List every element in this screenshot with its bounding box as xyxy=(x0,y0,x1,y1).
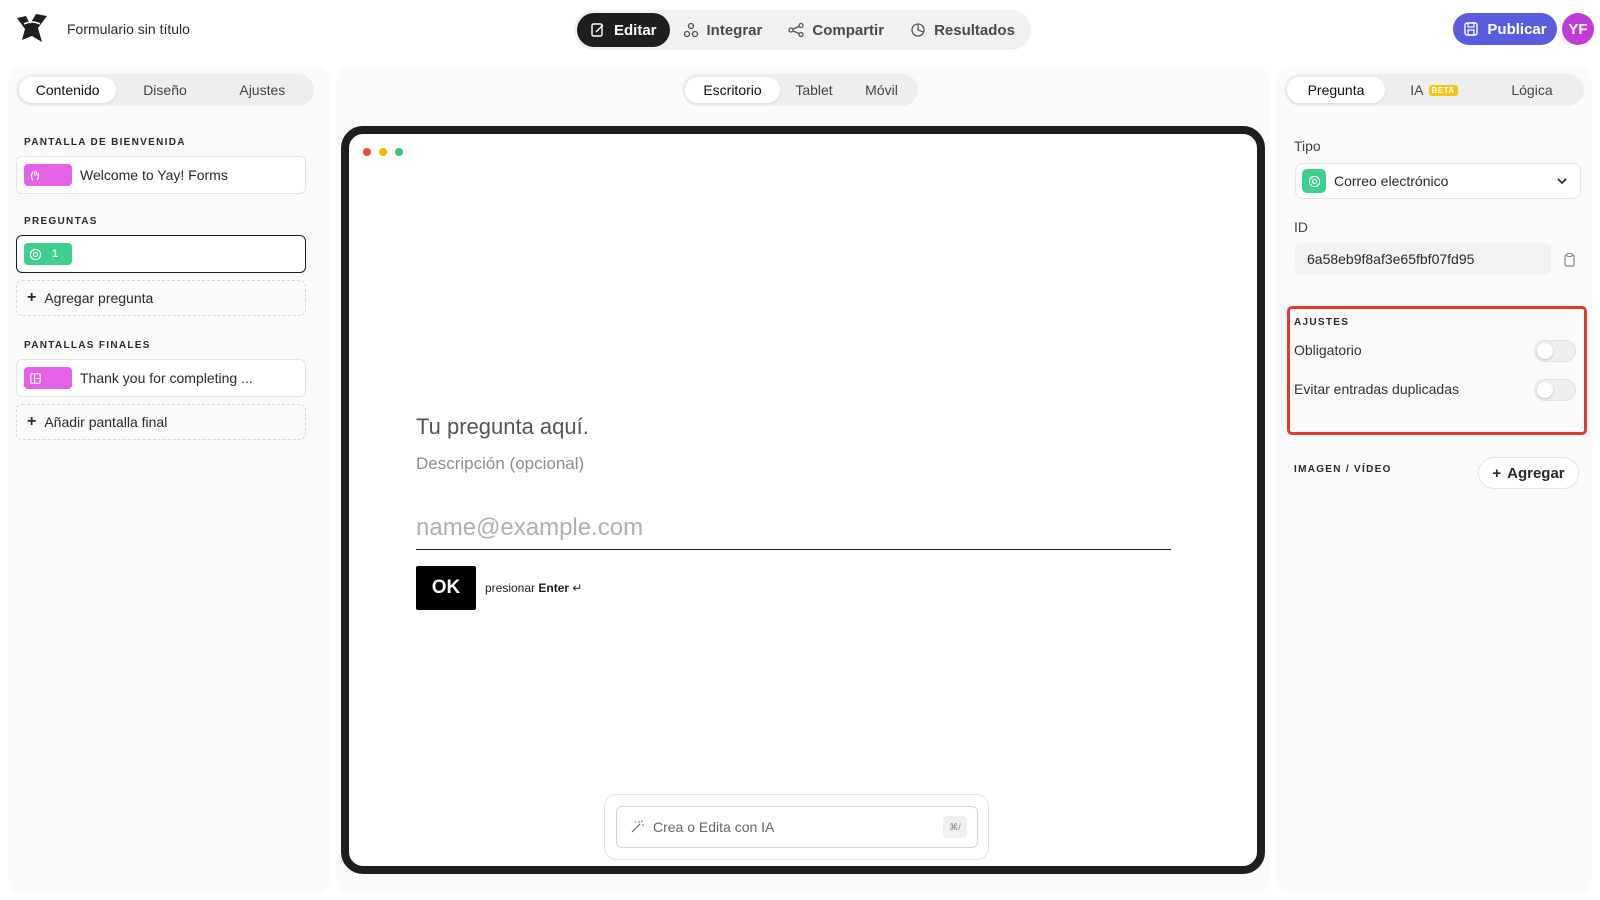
question-title[interactable]: Tu pregunta aquí. xyxy=(416,414,589,440)
hint-prefix: presionar xyxy=(485,581,536,595)
questions-section-title: PREGUNTAS xyxy=(24,216,98,227)
yay-forms-logo[interactable] xyxy=(14,10,50,46)
edit-icon xyxy=(591,23,604,37)
question-id-field[interactable]: 6a58eb9f8af3e65fbf07fd95 xyxy=(1295,243,1551,275)
ai-shortcut-badge: ⌘/ xyxy=(943,816,967,838)
top-bar: Formulario sin título Editar Integrar Co… xyxy=(0,0,1600,60)
tab-contenido[interactable]: Contenido xyxy=(19,77,117,103)
tab-ia-label: IA xyxy=(1410,82,1424,98)
hint-key: Enter xyxy=(538,581,570,595)
required-label: Obligatorio xyxy=(1294,342,1362,358)
results-icon xyxy=(911,23,925,37)
prevent-duplicates-toggle[interactable] xyxy=(1534,379,1576,401)
beta-badge: BETA xyxy=(1428,84,1458,96)
at-sign-icon xyxy=(1302,169,1326,193)
add-media-button[interactable]: + Agregar xyxy=(1478,457,1579,489)
settings-section-title: AJUSTES xyxy=(1294,317,1350,328)
share-icon xyxy=(788,22,805,38)
tab-diseno[interactable]: Diseño xyxy=(116,77,213,103)
tab-pregunta[interactable]: Pregunta xyxy=(1287,77,1385,103)
prevent-duplicates-label: Evitar entradas duplicadas xyxy=(1294,381,1459,397)
desktop-preview-frame: Tu pregunta aquí. Descripción (opcional)… xyxy=(341,126,1265,874)
add-ending-label: Añadir pantalla final xyxy=(44,414,168,430)
main-nav-tabs: Editar Integrar Compartir Resultados xyxy=(574,10,1031,50)
publish-label: Publicar xyxy=(1487,20,1547,38)
tab-label: Editar xyxy=(614,21,657,39)
exit-icon xyxy=(30,372,41,384)
welcome-section-title: PANTALLA DE BIENVENIDA xyxy=(24,137,186,148)
plus-icon: + xyxy=(27,289,37,306)
tab-tablet[interactable]: Tablet xyxy=(780,77,848,103)
email-question-chip: 1 xyxy=(24,243,72,265)
welcome-item-label: Welcome to Yay! Forms xyxy=(80,167,228,183)
chevron-down-icon xyxy=(1557,178,1567,185)
tab-escritorio[interactable]: Escritorio xyxy=(685,77,780,103)
toggle-knob xyxy=(1537,382,1553,398)
plus-icon: + xyxy=(1492,464,1502,482)
maximize-dot xyxy=(395,148,403,156)
email-answer-input[interactable]: name@example.com xyxy=(416,510,1171,550)
magic-wand-icon xyxy=(631,820,644,833)
toggle-knob xyxy=(1537,343,1553,359)
enter-hint: presionar Enter ↵ xyxy=(485,581,582,595)
tab-ajustes[interactable]: Ajustes xyxy=(214,77,311,103)
at-sign-icon xyxy=(29,248,42,260)
add-question-button[interactable]: + Agregar pregunta xyxy=(16,280,306,316)
question-item[interactable]: 1 xyxy=(16,235,306,273)
avatar[interactable]: YF xyxy=(1562,13,1594,45)
form-title[interactable]: Formulario sin título xyxy=(67,21,190,37)
question-description[interactable]: Descripción (opcional) xyxy=(416,454,584,474)
tab-compartir[interactable]: Compartir xyxy=(775,13,897,47)
tab-editar[interactable]: Editar xyxy=(577,13,670,47)
plus-icon: + xyxy=(27,413,37,430)
ai-placeholder: Crea o Edita con IA xyxy=(653,819,775,835)
minimize-dot xyxy=(379,148,387,156)
tab-logica[interactable]: Lógica xyxy=(1483,77,1581,103)
tab-resultados[interactable]: Resultados xyxy=(897,13,1028,47)
tab-label: Integrar xyxy=(706,21,763,39)
device-tabs: Escritorio Tablet Móvil xyxy=(682,74,918,106)
ok-button[interactable]: OK xyxy=(416,566,476,610)
id-label: ID xyxy=(1294,219,1308,235)
close-dot xyxy=(363,148,371,156)
ai-prompt-input[interactable]: Crea o Edita con IA ⌘/ xyxy=(616,806,978,848)
ai-prompt-container: Crea o Edita con IA ⌘/ xyxy=(604,794,989,860)
type-label: Tipo xyxy=(1294,138,1321,154)
type-value: Correo electrónico xyxy=(1334,173,1449,189)
add-question-label: Agregar pregunta xyxy=(44,290,154,306)
tab-label: Resultados xyxy=(934,21,1015,39)
enter-key-icon: ↵ xyxy=(572,581,583,595)
required-toggle[interactable] xyxy=(1534,340,1576,362)
add-media-label: Agregar xyxy=(1507,464,1565,482)
tab-ia[interactable]: IA BETA xyxy=(1385,77,1483,103)
window-dots xyxy=(363,148,403,156)
publish-button[interactable]: Publicar xyxy=(1453,13,1557,45)
question-number: 1 xyxy=(52,248,59,260)
ending-screen-item[interactable]: Thank you for completing ... xyxy=(16,359,306,397)
question-type-select[interactable]: Correo electrónico xyxy=(1295,163,1581,199)
add-ending-button[interactable]: + Añadir pantalla final xyxy=(16,404,306,440)
tab-label: Compartir xyxy=(812,21,885,39)
tab-integrar[interactable]: Integrar xyxy=(670,13,776,47)
integrate-icon xyxy=(683,22,698,38)
welcome-screen-item[interactable]: Welcome to Yay! Forms xyxy=(16,156,306,194)
media-section-title: IMAGEN / VÍDEO xyxy=(1294,464,1392,475)
tab-movil[interactable]: Móvil xyxy=(848,77,915,103)
endings-section-title: PANTALLAS FINALES xyxy=(24,340,151,351)
ending-item-label: Thank you for completing ... xyxy=(80,370,253,386)
copy-icon[interactable] xyxy=(1561,252,1577,268)
ending-chip xyxy=(24,367,72,389)
right-panel-tabs: Pregunta IA BETA Lógica xyxy=(1284,74,1584,106)
welcome-chip xyxy=(24,164,72,186)
save-icon xyxy=(1464,22,1479,36)
left-panel-tabs: Contenido Diseño Ajustes xyxy=(16,74,314,106)
hand-wave-icon xyxy=(30,170,40,180)
